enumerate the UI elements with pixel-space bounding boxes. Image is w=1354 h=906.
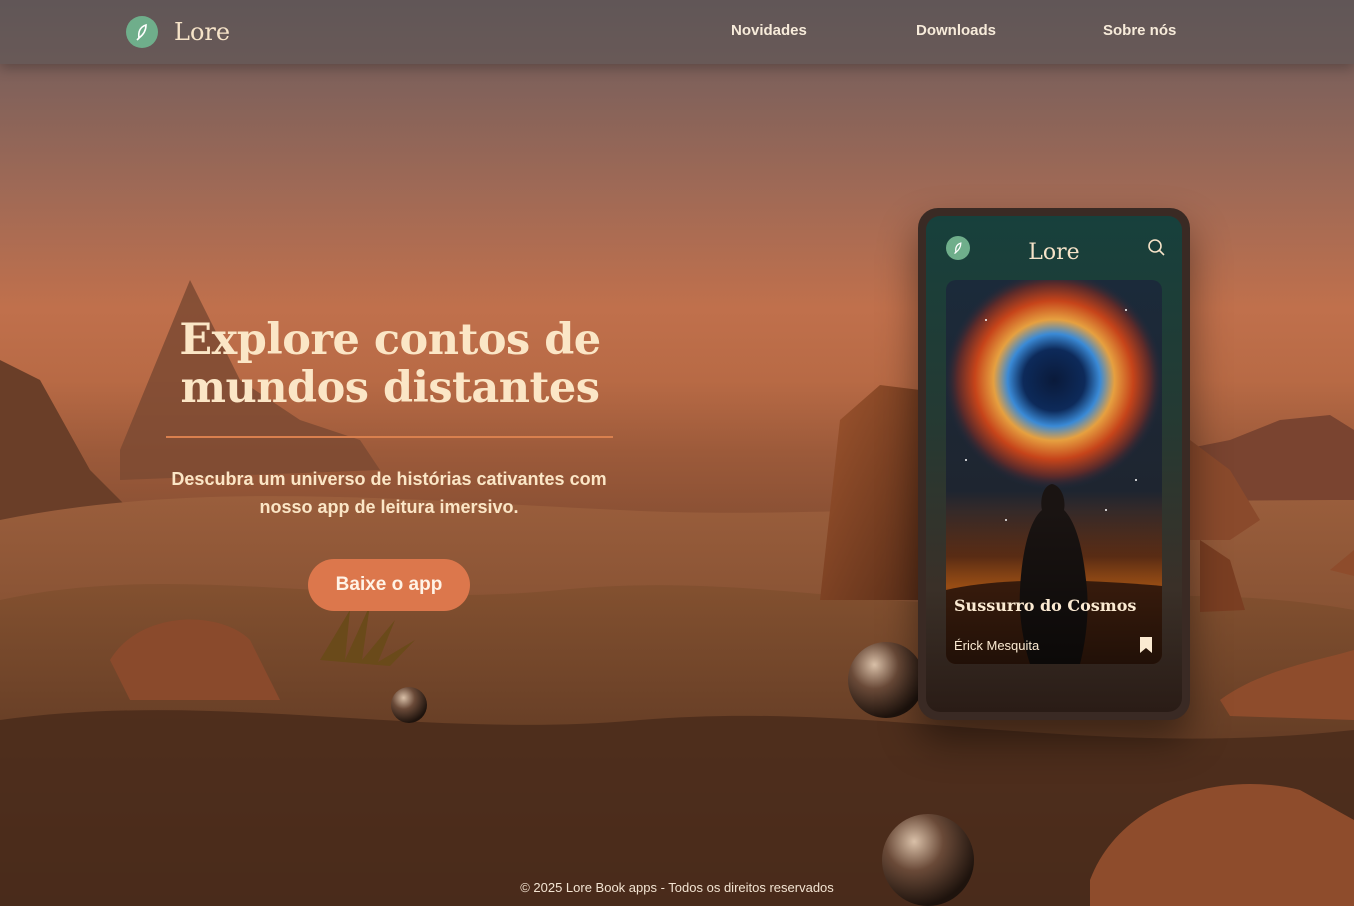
top-navbar: Lore Novidades Downloads Sobre nós bbox=[0, 0, 1354, 64]
brand-name: Lore bbox=[174, 18, 231, 46]
footer-copyright: © 2025 Lore Book apps - Todos os direito… bbox=[520, 880, 834, 895]
nav-link-downloads[interactable]: Downloads bbox=[916, 22, 996, 39]
nav-link-sobre-nos[interactable]: Sobre nós bbox=[1103, 22, 1176, 39]
book-card[interactable]: Sussurro do Cosmos Érick Mesquita bbox=[946, 280, 1162, 664]
phone-app-title: Lore bbox=[1028, 240, 1080, 265]
brand-logo-link[interactable]: Lore bbox=[126, 16, 230, 48]
book-author: Érick Mesquita bbox=[954, 638, 1040, 653]
search-icon[interactable] bbox=[1146, 238, 1166, 258]
bookmark-icon[interactable] bbox=[1140, 637, 1152, 653]
book-title: Sussurro do Cosmos bbox=[954, 596, 1137, 615]
hero-title: Explore contos de mundos distantes bbox=[179, 315, 601, 413]
hero-divider bbox=[166, 436, 613, 438]
phone-screen: Lore Sussurro do Cosmos Érick Mesquita bbox=[926, 216, 1182, 712]
download-app-button[interactable]: Baixe o app bbox=[308, 559, 470, 611]
nav-link-novidades[interactable]: Novidades bbox=[731, 22, 807, 39]
feather-leaf-icon bbox=[126, 16, 158, 48]
hero-subtitle: Descubra um universo de histórias cativa… bbox=[171, 469, 607, 517]
phone-mockup: Lore Sussurro do Cosmos Érick Mesquita bbox=[918, 208, 1190, 720]
